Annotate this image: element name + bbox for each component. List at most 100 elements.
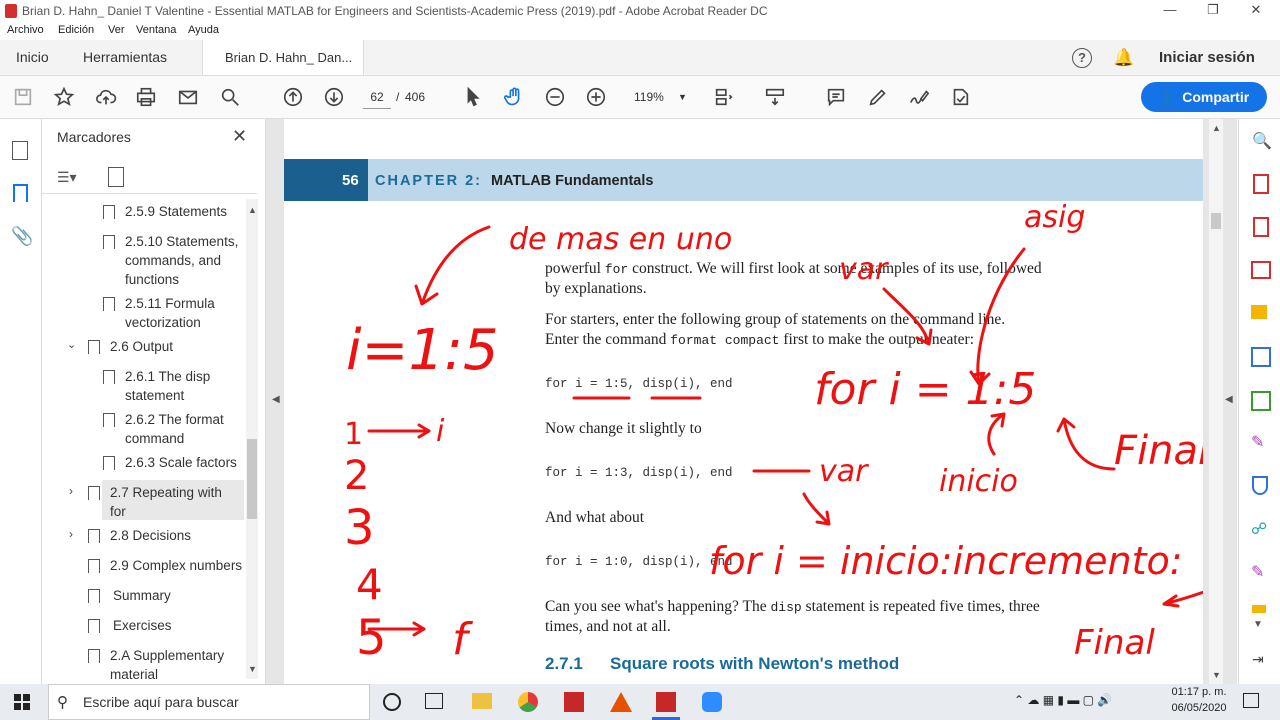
next-page-icon[interactable] [322,85,346,109]
zoom-select[interactable]: 119% ▼ [628,86,688,108]
edit-pen-icon[interactable]: ✎ [1251,562,1264,582]
menu-ver[interactable]: Ver [108,24,125,36]
compress-icon[interactable] [1251,391,1271,411]
highlight-pen-icon[interactable] [866,85,890,109]
bookmark-item-selected[interactable]: 2.7 Repeating with for [110,483,235,521]
organize-pages-icon[interactable] [1251,261,1271,279]
collapse-panel-icon[interactable]: ⇥ [1252,651,1264,668]
menu-ventana[interactable]: Ventana [136,24,176,36]
bell-icon[interactable]: 🔔 [1113,48,1134,68]
ink-text: 3 [344,500,375,556]
minimize-icon[interactable]: — [1155,2,1185,17]
more-tools-icon[interactable] [1252,605,1266,613]
cloud-upload-icon[interactable] [94,85,118,109]
page-number-input[interactable]: 62 [363,86,391,109]
matlab-icon[interactable] [610,692,632,712]
comment-tool-icon[interactable] [1251,305,1267,319]
mail-icon[interactable] [176,85,200,109]
bookmark-item[interactable]: 2.5.9 Statements [125,202,245,221]
close-window-icon[interactable]: ✕ [1241,2,1271,18]
close-panel-icon[interactable]: ✕ [232,126,247,147]
menu-edicion[interactable]: Edición [58,24,94,36]
scroll-mode-icon[interactable] [763,85,787,109]
star-icon[interactable] [52,85,76,109]
tab-inicio[interactable]: Inicio [16,40,49,75]
bookmark-item[interactable]: 2.6.1 The disp statement [125,367,235,405]
fill-sign-icon[interactable] [948,85,972,109]
bookmarks-icon[interactable] [13,184,28,202]
notifications-icon[interactable] [1243,693,1259,708]
zoom-value: 119% [634,90,664,104]
chevron-down-icon[interactable]: ⌄ [67,338,76,351]
menu-ayuda[interactable]: Ayuda [188,24,219,36]
zoom-in-icon[interactable] [584,85,608,109]
chevron-right-icon[interactable]: › [69,527,73,541]
create-pdf-icon[interactable] [1253,217,1269,237]
combine-files-icon[interactable] [1251,347,1271,367]
search-icon: ⚲ [57,694,68,711]
windows-start-icon[interactable] [14,694,30,710]
attachment-icon[interactable]: 📎 [11,226,33,247]
menu-archivo[interactable]: Archivo [7,24,44,36]
scroll-down-icon[interactable]: ▼ [1253,619,1263,630]
find-bookmark-icon[interactable] [108,167,124,187]
share-button[interactable]: 👤 Compartir [1141,82,1267,112]
sign-icon[interactable] [907,85,931,109]
bookmark-options-icon[interactable]: ☰▾ [57,169,89,187]
search-icon[interactable] [218,85,242,109]
document-scrollbar[interactable]: ▲ ▼ [1209,119,1223,684]
bookmark-item[interactable]: 2.6 Output [110,337,173,356]
bookmark-item[interactable]: 2.5.11 Formula vectorization [125,294,245,332]
bookmark-item[interactable]: 2.5.10 Statements, commands, and functio… [125,232,250,289]
bookmark-item[interactable]: 2.8 Decisions [110,526,191,545]
system-tray-icons[interactable]: ⌃ ☁ ▦ ▮ ▬ ▢ 🔊 [1014,693,1112,707]
acrobat-taskbar-icon[interactable] [656,692,676,712]
signin-link[interactable]: Iniciar sesión [1159,49,1255,66]
chevron-right-icon[interactable]: › [69,484,73,498]
fill-sign-tool-icon[interactable]: ✎ [1251,432,1264,452]
clock-time[interactable]: 01:17 p. m. [1170,686,1228,698]
clock-date[interactable]: 06/05/2020 [1170,702,1228,714]
tab-herramientas[interactable]: Herramientas [83,40,167,75]
hand-tool-icon[interactable] [502,85,526,109]
gear-app-icon[interactable] [564,692,584,712]
task-view-icon[interactable] [425,693,443,709]
save-icon[interactable] [11,85,35,109]
bookmark-item[interactable]: 2.6.3 Scale factors [125,453,237,472]
comment-icon[interactable] [824,85,848,109]
send-track-icon[interactable]: ☍ [1251,519,1267,539]
bookmark-item[interactable]: 2.9 Complex numbers [110,556,242,575]
scroll-down-icon[interactable]: ▼ [1212,670,1221,680]
bookmark-item[interactable]: 2.A Supplementary material [110,646,240,684]
zoom-app-icon[interactable] [702,692,722,712]
bookmarks-scrollbar[interactable]: ▲ ▼ [246,199,258,679]
protect-shield-icon[interactable] [1252,476,1268,495]
bookmark-item[interactable]: Exercises [113,616,172,635]
scroll-down-icon[interactable]: ▼ [248,664,257,674]
chrome-icon[interactable] [518,692,538,712]
prev-page-icon[interactable] [281,85,305,109]
page-fit-icon[interactable] [712,85,736,109]
help-icon[interactable]: ? [1072,48,1092,68]
bookmark-item[interactable]: Summary [113,586,171,605]
scrollbar-thumb[interactable] [247,439,257,519]
zoom-search-icon[interactable]: 🔍 [1252,131,1272,151]
page-thumbnails-icon[interactable] [12,141,28,160]
print-icon[interactable] [134,85,158,109]
cursor-icon[interactable] [461,85,485,109]
share-label: Compartir [1182,89,1250,105]
cortana-icon[interactable] [383,693,401,711]
scrollbar-thumb[interactable] [1211,213,1221,229]
scroll-up-icon[interactable]: ▲ [1212,123,1221,133]
collapse-right-icon[interactable]: ◀ [1225,394,1233,405]
file-explorer-icon[interactable] [472,693,492,709]
maximize-icon[interactable]: ❐ [1198,2,1228,18]
scroll-up-icon[interactable]: ▲ [248,205,257,215]
zoom-out-icon[interactable] [543,85,567,109]
tab-document[interactable]: Brian D. Hahn_ Dan... [202,40,364,75]
ink-text: 5 [356,610,387,666]
collapse-left-icon[interactable]: ◀ [272,394,280,405]
taskbar-search-box[interactable]: ⚲ Escribe aquí para buscar [48,684,370,720]
export-pdf-icon[interactable] [1253,174,1269,194]
bookmark-item[interactable]: 2.6.2 The format command [125,410,235,448]
